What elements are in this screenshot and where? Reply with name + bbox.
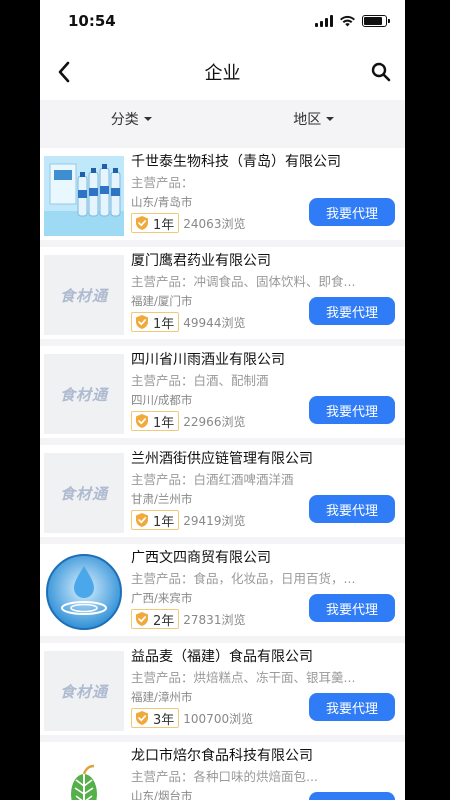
- become-agent-button[interactable]: 我要代理: [309, 495, 395, 523]
- company-thumbnail: 食材通: [44, 651, 124, 731]
- search-icon: [371, 62, 391, 82]
- cellular-signal-icon: [315, 15, 333, 27]
- membership-years-badge: 1年: [131, 510, 180, 530]
- wifi-icon: [340, 15, 355, 27]
- view-count: 24063浏览: [183, 216, 246, 231]
- company-name: 龙口市焙尔食品科技有限公司: [131, 748, 313, 764]
- membership-years-badge: 1年: [131, 411, 180, 431]
- status-time: 10:54: [68, 12, 116, 30]
- company-thumbnail: 食材通: [44, 453, 124, 533]
- become-agent-button[interactable]: 我要代理: [309, 792, 395, 800]
- company-thumbnail: [44, 750, 124, 800]
- company-card[interactable]: 食材通 厦门鹰君药业有限公司 主营产品：冲调食品、固体饮料、即食... 福建/厦…: [40, 247, 405, 339]
- nav-bar: 企业: [40, 44, 405, 100]
- verified-badge-icon: [136, 315, 148, 329]
- company-card[interactable]: 食材通 益品麦（福建）食品有限公司 主营产品：烘焙糕点、冻干面、银耳羹... 福…: [40, 643, 405, 735]
- company-name: 千世泰生物科技（青岛）有限公司: [131, 154, 341, 170]
- membership-years-badge: 2年: [131, 609, 180, 629]
- membership-years: 2年: [153, 613, 175, 629]
- membership-years: 1年: [153, 415, 175, 431]
- filter-bar: 分类 地区: [40, 100, 405, 138]
- status-icons: [315, 15, 390, 27]
- water-drop-image: [46, 554, 122, 630]
- search-button[interactable]: [367, 58, 395, 86]
- view-count: 49944浏览: [183, 315, 246, 330]
- page-title: 企业: [204, 63, 241, 84]
- company-thumbnail: [44, 552, 124, 632]
- chevron-left-icon: [58, 61, 70, 83]
- phone-frame: 10:54 企业 分类 地区 千世泰生物科技（青岛）有限公司 主营产品： 山东/…: [0, 0, 450, 800]
- membership-years-badge: 1年: [131, 312, 180, 332]
- region-filter-label: 地区: [293, 112, 322, 128]
- view-count: 29419浏览: [183, 513, 246, 528]
- caret-down-icon: [326, 117, 335, 121]
- main-products: 主营产品：烘焙糕点、冻干面、银耳羹...: [131, 670, 356, 685]
- view-count: 27831浏览: [183, 612, 246, 627]
- company-card[interactable]: 千世泰生物科技（青岛）有限公司 主营产品： 山东/青岛市 1年 24063浏览: [40, 148, 405, 240]
- company-card[interactable]: 广西文四商贸有限公司 主营产品：食品，化妆品，日用百货，... 广西/来宾市 2…: [40, 544, 405, 636]
- placeholder-logo-text: 食材通: [59, 385, 108, 404]
- verified-badge-icon: [136, 612, 148, 626]
- membership-years-badge: 1年: [131, 213, 180, 233]
- company-card[interactable]: 食材通 四川省川雨酒业有限公司 主营产品：白酒、配制酒 四川/成都市 1年 22…: [40, 346, 405, 438]
- membership-years: 1年: [153, 217, 175, 233]
- main-products: 主营产品：白酒、配制酒: [131, 373, 269, 388]
- main-products: 主营产品：各种口味的烘焙面包...: [131, 769, 318, 784]
- verified-badge-icon: [136, 711, 148, 725]
- membership-years: 1年: [153, 316, 175, 332]
- company-card[interactable]: 食材通 兰州酒街供应链管理有限公司 主营产品：白酒红酒啤酒洋酒 甘肃/兰州市 1…: [40, 445, 405, 537]
- view-count: 22966浏览: [183, 414, 246, 429]
- company-thumbnail: 食材通: [44, 354, 124, 434]
- verified-badge-icon: [136, 216, 148, 230]
- caret-down-icon: [143, 117, 152, 121]
- battery-icon: [362, 15, 390, 27]
- verified-badge-icon: [136, 513, 148, 527]
- membership-years: 1年: [153, 514, 175, 530]
- company-thumbnail: 食材通: [44, 255, 124, 335]
- region-filter[interactable]: 地区: [223, 100, 406, 138]
- company-name: 广西文四商贸有限公司: [131, 550, 271, 566]
- verified-badge-icon: [136, 414, 148, 428]
- status-bar: 10:54: [40, 0, 405, 44]
- membership-years: 3年: [153, 712, 175, 728]
- water-bottles-image: [44, 156, 124, 236]
- view-count: 100700浏览: [183, 711, 254, 726]
- become-agent-button[interactable]: 我要代理: [309, 594, 395, 622]
- become-agent-button[interactable]: 我要代理: [309, 198, 395, 226]
- company-name: 兰州酒街供应链管理有限公司: [131, 451, 313, 467]
- category-filter-label: 分类: [110, 112, 139, 128]
- category-filter[interactable]: 分类: [40, 100, 223, 138]
- company-thumbnail: [44, 156, 124, 236]
- company-name: 厦门鹰君药业有限公司: [131, 253, 271, 269]
- membership-years-badge: 3年: [131, 708, 180, 728]
- become-agent-button[interactable]: 我要代理: [309, 297, 395, 325]
- company-card[interactable]: 龙口市焙尔食品科技有限公司 主营产品：各种口味的烘焙面包... 山东/烟台市 我…: [40, 742, 405, 800]
- main-products: 主营产品：食品，化妆品，日用百货，...: [131, 571, 356, 586]
- leaf-logo-image: [71, 764, 97, 800]
- company-name: 益品麦（福建）食品有限公司: [131, 649, 313, 665]
- become-agent-button[interactable]: 我要代理: [309, 693, 395, 721]
- placeholder-logo-text: 食材通: [59, 682, 108, 701]
- main-products: 主营产品：白酒红酒啤酒洋酒: [131, 472, 294, 487]
- main-products: 主营产品：: [131, 175, 194, 190]
- company-name: 四川省川雨酒业有限公司: [131, 352, 285, 368]
- back-button[interactable]: [50, 58, 78, 86]
- placeholder-logo-text: 食材通: [59, 286, 108, 305]
- app-screen: 10:54 企业 分类 地区 千世泰生物科技（青岛）有限公司 主营产品： 山东/…: [40, 0, 405, 800]
- main-products: 主营产品：冲调食品、固体饮料、即食...: [131, 274, 356, 289]
- become-agent-button[interactable]: 我要代理: [309, 396, 395, 424]
- company-list: 千世泰生物科技（青岛）有限公司 主营产品： 山东/青岛市 1年 24063浏览: [40, 138, 405, 800]
- placeholder-logo-text: 食材通: [59, 484, 108, 503]
